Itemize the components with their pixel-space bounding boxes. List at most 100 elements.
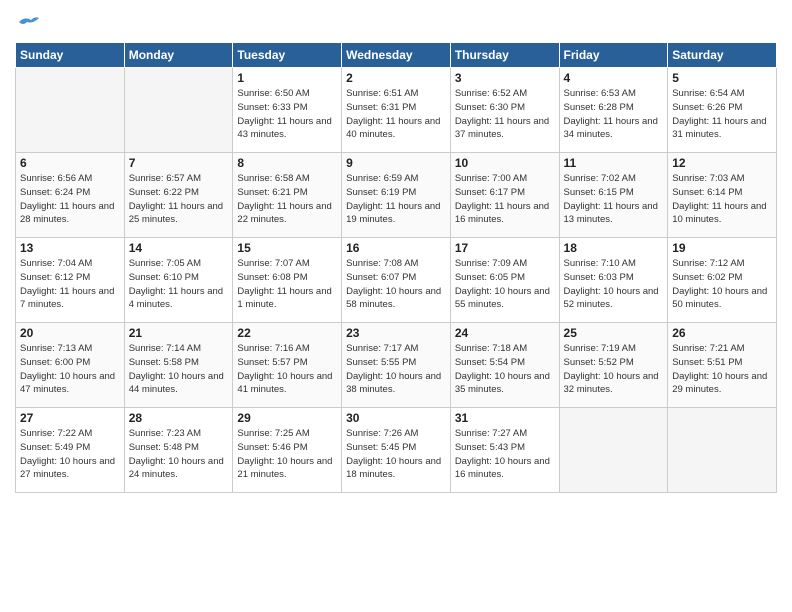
day-number: 25 <box>564 326 664 340</box>
day-number: 4 <box>564 71 664 85</box>
day-info: Sunrise: 7:12 AM Sunset: 6:02 PM Dayligh… <box>672 257 772 312</box>
calendar-cell: 31 Sunrise: 7:27 AM Sunset: 5:43 PM Dayli… <box>450 408 559 493</box>
day-number: 18 <box>564 241 664 255</box>
logo <box>15 10 39 32</box>
calendar-cell: 24 Sunrise: 7:18 AM Sunset: 5:54 PM Dayli… <box>450 323 559 408</box>
day-number: 16 <box>346 241 446 255</box>
calendar-cell: 4 Sunrise: 6:53 AM Sunset: 6:28 PM Daylig… <box>559 68 668 153</box>
day-info: Sunrise: 7:26 AM Sunset: 5:45 PM Dayligh… <box>346 427 446 482</box>
calendar-cell: 19 Sunrise: 7:12 AM Sunset: 6:02 PM Dayli… <box>668 238 777 323</box>
calendar-cell: 29 Sunrise: 7:25 AM Sunset: 5:46 PM Dayli… <box>233 408 342 493</box>
day-number: 28 <box>129 411 229 425</box>
day-number: 23 <box>346 326 446 340</box>
day-info: Sunrise: 7:21 AM Sunset: 5:51 PM Dayligh… <box>672 342 772 397</box>
day-info: Sunrise: 6:52 AM Sunset: 6:30 PM Dayligh… <box>455 87 555 142</box>
day-header-thursday: Thursday <box>450 43 559 68</box>
day-number: 1 <box>237 71 337 85</box>
day-header-tuesday: Tuesday <box>233 43 342 68</box>
calendar-cell: 30 Sunrise: 7:26 AM Sunset: 5:45 PM Dayli… <box>342 408 451 493</box>
day-info: Sunrise: 7:27 AM Sunset: 5:43 PM Dayligh… <box>455 427 555 482</box>
day-info: Sunrise: 7:16 AM Sunset: 5:57 PM Dayligh… <box>237 342 337 397</box>
day-number: 7 <box>129 156 229 170</box>
calendar-cell: 23 Sunrise: 7:17 AM Sunset: 5:55 PM Dayli… <box>342 323 451 408</box>
calendar-cell: 5 Sunrise: 6:54 AM Sunset: 6:26 PM Daylig… <box>668 68 777 153</box>
calendar-cell: 10Sunrise: 7:00 AM Sunset: 6:17 PM Dayli… <box>450 153 559 238</box>
calendar-cell: 2 Sunrise: 6:51 AM Sunset: 6:31 PM Daylig… <box>342 68 451 153</box>
day-number: 3 <box>455 71 555 85</box>
calendar-week-row: 27Sunrise: 7:22 AM Sunset: 5:49 PM Dayli… <box>16 408 777 493</box>
day-info: Sunrise: 7:10 AM Sunset: 6:03 PM Dayligh… <box>564 257 664 312</box>
logo-text <box>15 10 39 32</box>
day-info: Sunrise: 7:09 AM Sunset: 6:05 PM Dayligh… <box>455 257 555 312</box>
day-info: Sunrise: 6:59 AM Sunset: 6:19 PM Dayligh… <box>346 172 446 227</box>
calendar-cell: 9 Sunrise: 6:59 AM Sunset: 6:19 PM Daylig… <box>342 153 451 238</box>
day-number: 12 <box>672 156 772 170</box>
day-info: Sunrise: 7:04 AM Sunset: 6:12 PM Dayligh… <box>20 257 120 312</box>
day-number: 11 <box>564 156 664 170</box>
calendar-cell: 3 Sunrise: 6:52 AM Sunset: 6:30 PM Daylig… <box>450 68 559 153</box>
day-number: 20 <box>20 326 120 340</box>
day-number: 15 <box>237 241 337 255</box>
calendar-cell: 18 Sunrise: 7:10 AM Sunset: 6:03 PM Dayli… <box>559 238 668 323</box>
day-info: Sunrise: 7:13 AM Sunset: 6:00 PM Dayligh… <box>20 342 120 397</box>
calendar-week-row: 13 Sunrise: 7:04 AM Sunset: 6:12 PM Dayli… <box>16 238 777 323</box>
day-info: Sunrise: 7:23 AM Sunset: 5:48 PM Dayligh… <box>129 427 229 482</box>
day-number: 29 <box>237 411 337 425</box>
day-number: 19 <box>672 241 772 255</box>
day-number: 13 <box>20 241 120 255</box>
day-info: Sunrise: 6:53 AM Sunset: 6:28 PM Dayligh… <box>564 87 664 142</box>
calendar-cell: 11 Sunrise: 7:02 AM Sunset: 6:15 PM Dayli… <box>559 153 668 238</box>
day-number: 9 <box>346 156 446 170</box>
calendar-cell: 25 Sunrise: 7:19 AM Sunset: 5:52 PM Dayli… <box>559 323 668 408</box>
logo-bird-icon <box>17 14 39 30</box>
calendar-cell: 8 Sunrise: 6:58 AM Sunset: 6:21 PM Daylig… <box>233 153 342 238</box>
day-info: Sunrise: 6:54 AM Sunset: 6:26 PM Dayligh… <box>672 87 772 142</box>
calendar-cell: 16 Sunrise: 7:08 AM Sunset: 6:07 PM Dayli… <box>342 238 451 323</box>
day-info: Sunrise: 6:51 AM Sunset: 6:31 PM Dayligh… <box>346 87 446 142</box>
calendar-cell <box>16 68 125 153</box>
day-number: 14 <box>129 241 229 255</box>
day-header-friday: Friday <box>559 43 668 68</box>
day-header-wednesday: Wednesday <box>342 43 451 68</box>
calendar-cell: 13 Sunrise: 7:04 AM Sunset: 6:12 PM Dayli… <box>16 238 125 323</box>
day-info: Sunrise: 7:14 AM Sunset: 5:58 PM Dayligh… <box>129 342 229 397</box>
day-info: Sunrise: 7:19 AM Sunset: 5:52 PM Dayligh… <box>564 342 664 397</box>
day-number: 27 <box>20 411 120 425</box>
day-info: Sunrise: 7:18 AM Sunset: 5:54 PM Dayligh… <box>455 342 555 397</box>
calendar-table: SundayMondayTuesdayWednesdayThursdayFrid… <box>15 42 777 493</box>
calendar-cell: 15Sunrise: 7:07 AM Sunset: 6:08 PM Dayli… <box>233 238 342 323</box>
day-number: 6 <box>20 156 120 170</box>
day-number: 30 <box>346 411 446 425</box>
day-number: 26 <box>672 326 772 340</box>
calendar-cell: 1 Sunrise: 6:50 AM Sunset: 6:33 PM Daylig… <box>233 68 342 153</box>
calendar-week-row: 1 Sunrise: 6:50 AM Sunset: 6:33 PM Daylig… <box>16 68 777 153</box>
calendar-week-row: 6 Sunrise: 6:56 AM Sunset: 6:24 PM Daylig… <box>16 153 777 238</box>
day-header-sunday: Sunday <box>16 43 125 68</box>
calendar-cell: 26 Sunrise: 7:21 AM Sunset: 5:51 PM Dayli… <box>668 323 777 408</box>
day-number: 24 <box>455 326 555 340</box>
calendar-cell: 20 Sunrise: 7:13 AM Sunset: 6:00 PM Dayli… <box>16 323 125 408</box>
day-header-monday: Monday <box>124 43 233 68</box>
day-header-saturday: Saturday <box>668 43 777 68</box>
day-number: 31 <box>455 411 555 425</box>
day-info: Sunrise: 6:58 AM Sunset: 6:21 PM Dayligh… <box>237 172 337 227</box>
day-number: 5 <box>672 71 772 85</box>
day-info: Sunrise: 6:56 AM Sunset: 6:24 PM Dayligh… <box>20 172 120 227</box>
day-info: Sunrise: 6:50 AM Sunset: 6:33 PM Dayligh… <box>237 87 337 142</box>
calendar-cell <box>559 408 668 493</box>
day-info: Sunrise: 7:02 AM Sunset: 6:15 PM Dayligh… <box>564 172 664 227</box>
calendar-header-row: SundayMondayTuesdayWednesdayThursdayFrid… <box>16 43 777 68</box>
day-info: Sunrise: 7:25 AM Sunset: 5:46 PM Dayligh… <box>237 427 337 482</box>
calendar-cell: 17Sunrise: 7:09 AM Sunset: 6:05 PM Dayli… <box>450 238 559 323</box>
day-info: Sunrise: 7:00 AM Sunset: 6:17 PM Dayligh… <box>455 172 555 227</box>
calendar-cell <box>124 68 233 153</box>
day-info: Sunrise: 7:08 AM Sunset: 6:07 PM Dayligh… <box>346 257 446 312</box>
day-number: 2 <box>346 71 446 85</box>
calendar-cell: 21 Sunrise: 7:14 AM Sunset: 5:58 PM Dayli… <box>124 323 233 408</box>
day-info: Sunrise: 7:17 AM Sunset: 5:55 PM Dayligh… <box>346 342 446 397</box>
calendar-cell: 7Sunrise: 6:57 AM Sunset: 6:22 PM Daylig… <box>124 153 233 238</box>
day-info: Sunrise: 7:05 AM Sunset: 6:10 PM Dayligh… <box>129 257 229 312</box>
day-number: 8 <box>237 156 337 170</box>
day-number: 21 <box>129 326 229 340</box>
calendar-cell: 28 Sunrise: 7:23 AM Sunset: 5:48 PM Dayli… <box>124 408 233 493</box>
